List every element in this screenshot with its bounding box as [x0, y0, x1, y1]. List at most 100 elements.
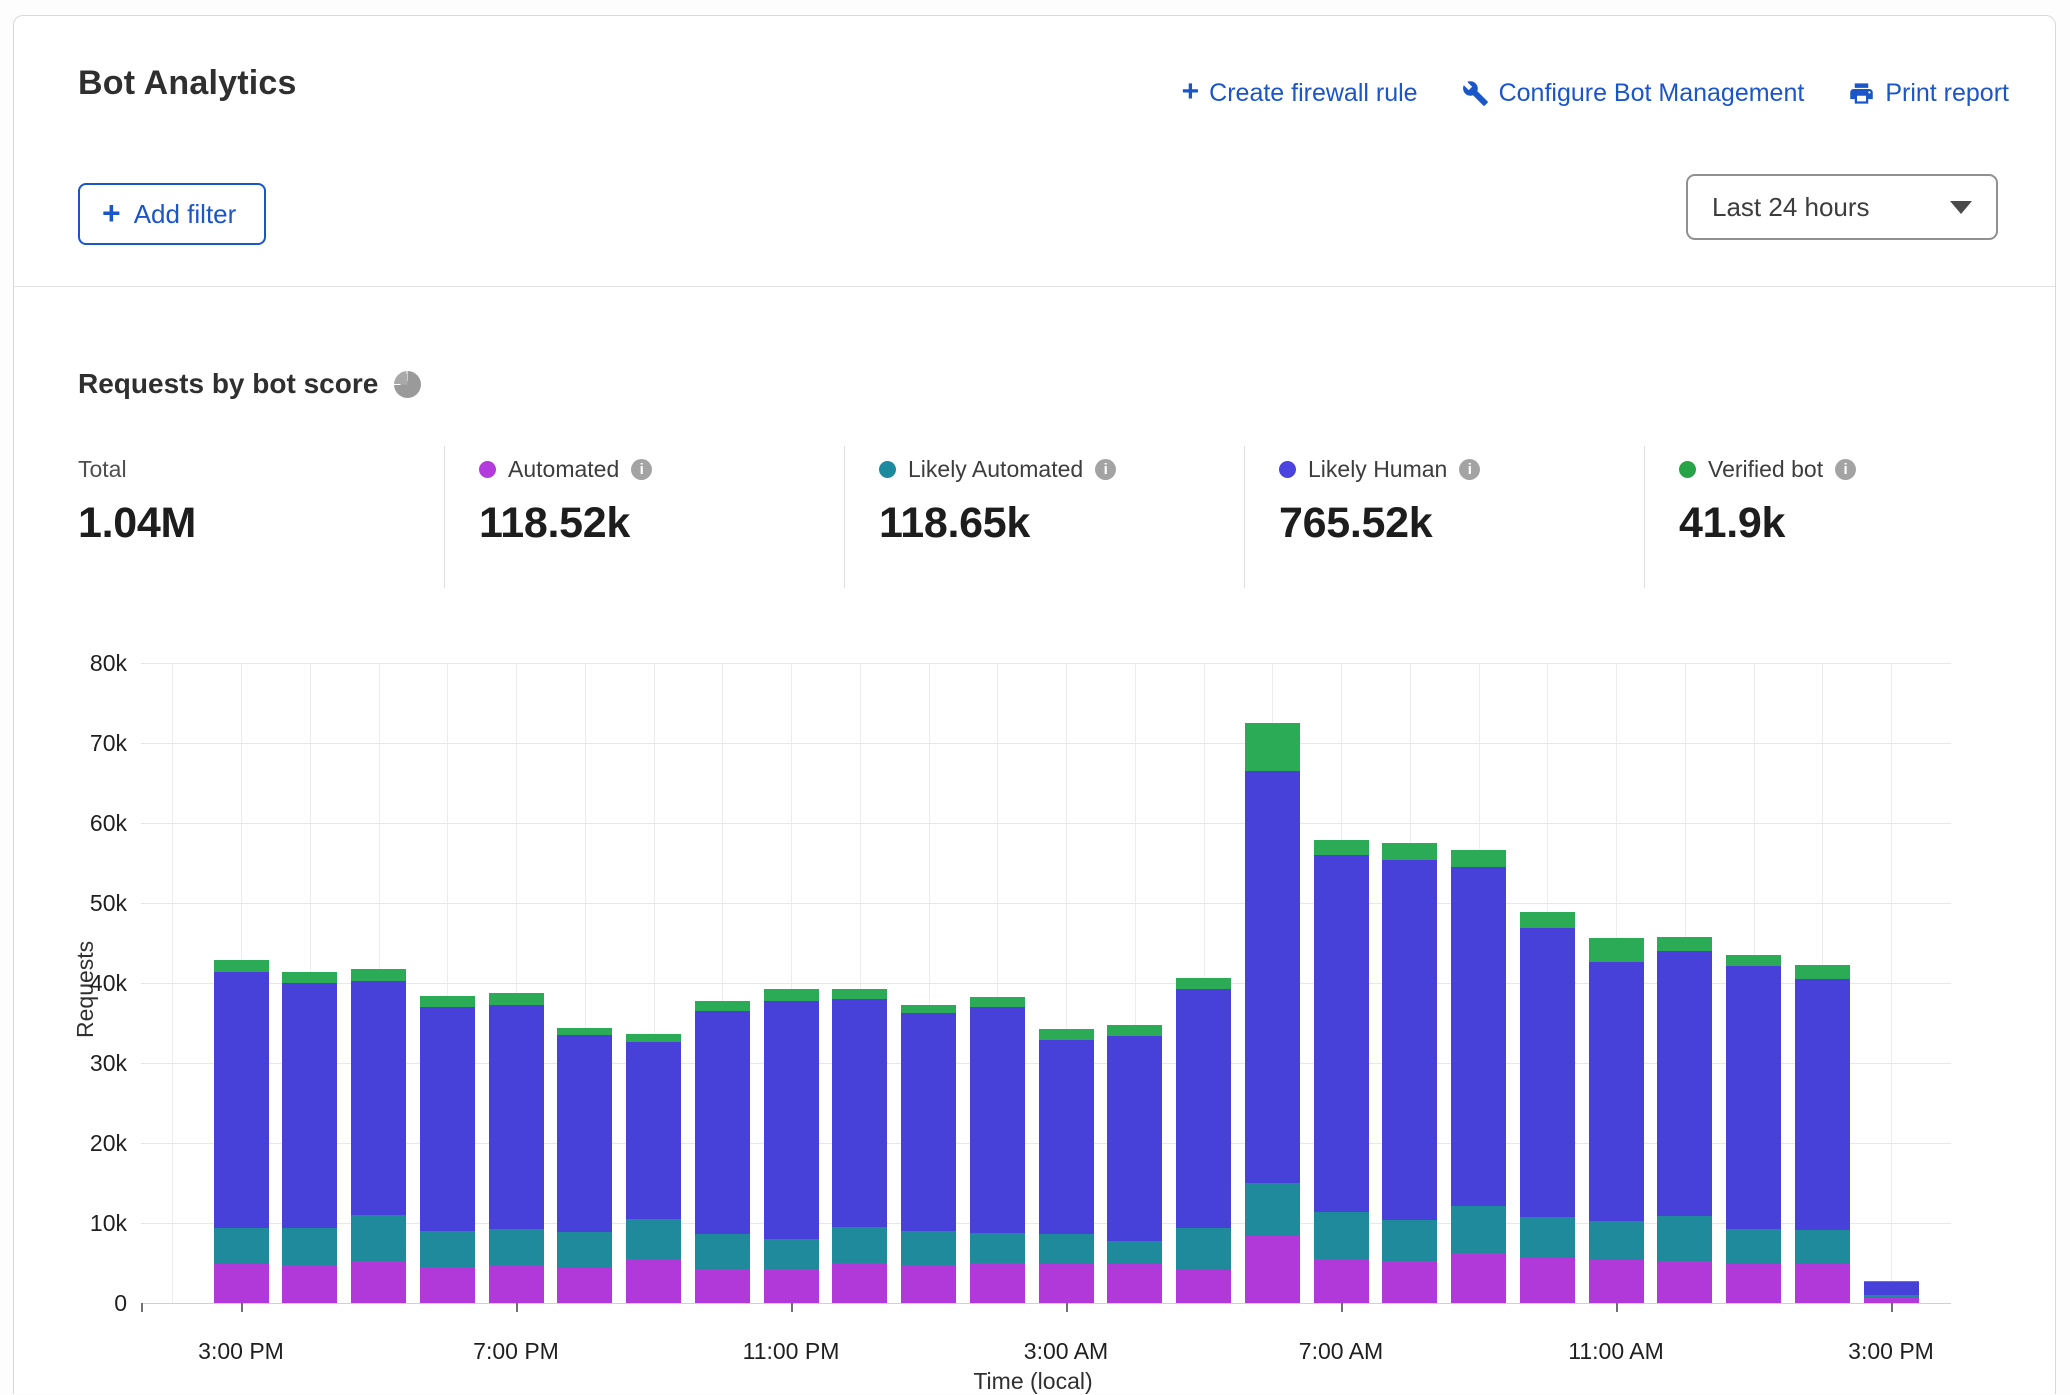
gridline-horizontal — [141, 1303, 1951, 1304]
x-tick-label: 7:00 PM — [473, 1338, 559, 1365]
bar-segment-automated — [626, 1259, 681, 1303]
bar-segment-verified-bot — [1795, 965, 1850, 979]
stat-likely-automated: Likely Automated i 118.65k — [879, 456, 1116, 548]
y-tick-label: 30k — [14, 1050, 127, 1077]
likely-automated-legend-dot — [879, 461, 896, 478]
bar-segment-likely-human — [351, 981, 406, 1215]
bar-segment-automated — [1795, 1264, 1850, 1303]
time-range-value: Last 24 hours — [1712, 192, 1870, 223]
stat-label: Verified bot — [1708, 456, 1823, 483]
bar-segment-likely-human — [1382, 860, 1437, 1220]
bar-segment-likely-human — [1589, 962, 1644, 1221]
divider — [444, 446, 445, 588]
bar-segment-likely-automated — [970, 1233, 1025, 1263]
bar-segment-likely-automated — [1176, 1228, 1231, 1270]
bar-segment-verified-bot — [1657, 937, 1712, 951]
bar-segment-likely-automated — [489, 1229, 544, 1265]
stat-label: Automated — [508, 456, 619, 483]
bar-segment-likely-human — [1245, 771, 1300, 1183]
stat-label: Likely Automated — [908, 456, 1083, 483]
wrench-icon — [1462, 80, 1489, 107]
x-tick-label: 11:00 AM — [1568, 1338, 1663, 1365]
header-divider — [14, 286, 2055, 287]
stat-value: 118.65k — [879, 499, 1116, 548]
add-filter-button[interactable]: + Add filter — [78, 183, 266, 245]
bar-segment-likely-human — [1107, 1036, 1162, 1241]
bar-segment-automated — [1382, 1261, 1437, 1303]
info-icon[interactable]: i — [1459, 459, 1480, 480]
x-tick-mark — [1891, 1303, 1893, 1312]
stat-total: Total 1.04M — [78, 456, 196, 548]
gridline-horizontal — [141, 743, 1951, 744]
bar-segment-likely-human — [282, 983, 337, 1228]
info-icon[interactable]: i — [1835, 459, 1856, 480]
bar-segment-verified-bot — [1589, 938, 1644, 962]
bar-segment-likely-automated — [1864, 1295, 1919, 1298]
bar-segment-likely-automated — [1245, 1183, 1300, 1236]
y-axis-labels: 010k20k30k40k50k60k70k80k — [14, 663, 131, 1303]
stat-value: 118.52k — [479, 499, 652, 548]
chevron-down-icon — [1950, 201, 1972, 214]
bar-segment-verified-bot — [1726, 955, 1781, 966]
bar-segment-automated — [282, 1265, 337, 1303]
time-range-select[interactable]: Last 24 hours — [1686, 174, 1998, 240]
print-report-link[interactable]: Print report — [1848, 79, 2009, 108]
bar-segment-likely-automated — [1039, 1234, 1094, 1264]
y-tick-label: 60k — [14, 810, 127, 837]
bar-segment-automated — [832, 1263, 887, 1303]
bar-segment-likely-human — [901, 1013, 956, 1231]
bar-segment-likely-human — [420, 1007, 475, 1231]
bar-segment-likely-human — [832, 999, 887, 1227]
bar-segment-automated — [1245, 1236, 1300, 1303]
bar-segment-verified-bot — [1864, 1281, 1919, 1282]
bar-segment-likely-human — [1314, 855, 1369, 1212]
y-tick-label: 80k — [14, 650, 127, 677]
bar-segment-verified-bot — [420, 996, 475, 1007]
bar-segment-verified-bot — [1382, 843, 1437, 860]
plus-icon: + — [102, 197, 121, 229]
action-label: Create firewall rule — [1209, 79, 1417, 108]
bar-segment-verified-bot — [970, 997, 1025, 1007]
bar-segment-automated — [1589, 1260, 1644, 1303]
bar-segment-likely-automated — [1451, 1206, 1506, 1252]
bar-segment-likely-human — [695, 1011, 750, 1234]
bar-segment-likely-human — [1176, 989, 1231, 1227]
bar-segment-likely-human — [1657, 951, 1712, 1216]
likely-human-legend-dot — [1279, 461, 1296, 478]
info-icon[interactable]: i — [631, 459, 652, 480]
create-firewall-rule-link[interactable]: + Create firewall rule — [1182, 78, 1418, 108]
requests-by-bot-score-chart — [141, 663, 1951, 1303]
bot-analytics-card: Bot Analytics + Create firewall rule Con… — [13, 15, 2056, 1394]
section-title-row: Requests by bot score — [78, 368, 421, 400]
bar-segment-likely-human — [1795, 979, 1850, 1230]
y-tick-label: 70k — [14, 730, 127, 757]
bar-segment-likely-automated — [351, 1215, 406, 1261]
configure-bot-management-link[interactable]: Configure Bot Management — [1462, 79, 1805, 108]
bar-segment-verified-bot — [1107, 1025, 1162, 1035]
bar-segment-likely-automated — [901, 1231, 956, 1265]
bar-segment-likely-human — [557, 1035, 612, 1232]
bar-segment-likely-automated — [557, 1232, 612, 1268]
bar-segment-likely-automated — [282, 1228, 337, 1265]
verified-bot-legend-dot — [1679, 461, 1696, 478]
bar-segment-automated — [901, 1265, 956, 1303]
section-title: Requests by bot score — [78, 368, 378, 400]
x-tick-mark — [1341, 1303, 1343, 1312]
bar-segment-likely-human — [970, 1007, 1025, 1233]
printer-icon — [1848, 80, 1875, 107]
bar-segment-automated — [1176, 1270, 1231, 1303]
pie-chart-icon — [394, 371, 421, 398]
bar-segment-automated — [214, 1264, 269, 1303]
bar-segment-likely-automated — [1657, 1216, 1712, 1262]
info-icon[interactable]: i — [1095, 459, 1116, 480]
x-tick-mark — [1616, 1303, 1618, 1312]
automated-legend-dot — [479, 461, 496, 478]
bar-segment-likely-automated — [1589, 1221, 1644, 1259]
action-label: Configure Bot Management — [1499, 79, 1805, 108]
bar-segment-verified-bot — [557, 1028, 612, 1035]
bar-segment-automated — [1520, 1258, 1575, 1303]
bar-segment-likely-human — [626, 1042, 681, 1219]
axis-origin-tick — [141, 1303, 143, 1312]
gridline-horizontal — [141, 663, 1951, 664]
gridline-horizontal — [141, 823, 1951, 824]
